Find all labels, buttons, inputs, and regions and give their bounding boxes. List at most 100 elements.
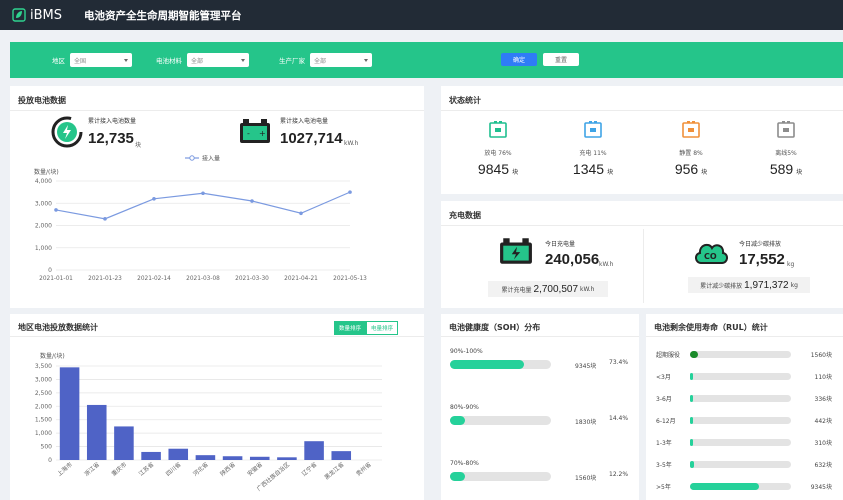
legend-marker xyxy=(189,155,195,161)
rul-bar-track xyxy=(690,351,791,358)
rul-count: 110块 xyxy=(814,374,832,381)
y-tick-label: 4,000 xyxy=(35,178,52,185)
bar xyxy=(304,441,324,460)
soh-percent: 73.4% xyxy=(609,359,629,366)
y-tick-label: 3,000 xyxy=(35,200,52,207)
battery-icon: - + xyxy=(240,119,270,143)
rul-bar-track xyxy=(690,483,791,490)
battery-charge-icon xyxy=(500,238,532,264)
x-tick-label: 2021-03-08 xyxy=(186,276,220,282)
region-bar-chart: 数量/(块) 0 500 1,000 1,500 2,000 2,500 3,000 3,500… xyxy=(35,352,382,493)
rul-bar-fill xyxy=(690,461,694,468)
rul-bar-track xyxy=(690,395,791,402)
battery-discharge-icon xyxy=(489,121,507,138)
rul-bar-track xyxy=(690,439,791,446)
rul-count: 632块 xyxy=(814,462,832,469)
sort-toggle: 数量排序 电量排序 xyxy=(334,321,399,335)
data-point xyxy=(201,191,205,196)
soh-range-label: 80%-90% xyxy=(450,404,479,411)
battery-idle-icon xyxy=(682,121,700,138)
x-tick-label: 2021-05-13 xyxy=(333,276,367,282)
y-tick-label: 2,000 xyxy=(35,223,52,230)
status-label: 离线5% xyxy=(775,150,797,157)
status-value: 9845 xyxy=(477,161,510,177)
leaf-icon xyxy=(12,8,26,22)
panel-title: 投放电池数据 xyxy=(18,96,66,105)
status-item: 充电 11% 1345 块 xyxy=(548,120,638,177)
y-tick-label: 2,000 xyxy=(35,403,52,410)
rul-count: 336块 xyxy=(814,396,832,403)
y-axis-label: 数量/(块) xyxy=(34,168,59,176)
status-label: 充电 11% xyxy=(579,150,607,157)
soh-percent: 12.2% xyxy=(609,471,629,478)
region-select[interactable]: 全国 xyxy=(70,53,132,67)
data-point xyxy=(54,208,58,212)
x-tick-label: 2021-03-30 xyxy=(235,276,269,282)
bar xyxy=(86,404,107,460)
status-item: 放电 76% 9845 块 xyxy=(453,120,543,177)
rul-count: 1560块 xyxy=(810,352,832,359)
region-label: 地区 xyxy=(52,57,65,65)
rul-range-label: 3-5年 xyxy=(656,462,672,469)
y-tick-label: 2,500 xyxy=(35,390,52,397)
rul-bar-track xyxy=(690,417,791,424)
charging-panel: 充电数据 今日充电量 240,056 kW.h 累计充电量 2,700,507 … xyxy=(441,201,843,308)
total-co2-value: 1,971,372 xyxy=(744,279,789,291)
bar xyxy=(195,455,216,460)
confirm-button[interactable]: 确定 xyxy=(501,53,537,66)
bar xyxy=(277,457,297,460)
rul-bar-fill xyxy=(690,439,693,446)
chevron-down-icon xyxy=(364,58,368,62)
total-co2-label: 累计减少碳排放 xyxy=(700,282,743,290)
soh-bar-track xyxy=(450,472,551,481)
maker-select[interactable]: 全部 xyxy=(310,53,372,67)
sort-by-count-button[interactable]: 数量排序 xyxy=(334,321,367,335)
x-tick-label: 2021-04-21 xyxy=(284,276,318,282)
total-co2-box: 累计减少碳排放 1,971,372 kg xyxy=(688,277,810,293)
y-axis-label: 数量/(块) xyxy=(40,352,65,360)
total-charge-value: 2,700,507 xyxy=(533,283,579,295)
maker-select-value: 全部 xyxy=(314,57,327,65)
rul-bar-fill xyxy=(690,351,699,358)
y-tick-label: 0 xyxy=(48,267,52,274)
panel-title: 电池健康度（SOH）分布 xyxy=(449,323,541,332)
chevron-down-icon xyxy=(241,58,245,62)
panel-title: 电池剩余使用寿命（RUL）统计 xyxy=(654,323,768,332)
divider xyxy=(441,336,639,337)
data-point xyxy=(152,197,156,201)
soh-bar-track xyxy=(450,360,551,369)
panel-title: 地区电池投放数据统计 xyxy=(18,323,98,332)
energy-unit: kW.h xyxy=(344,140,359,147)
total-charge-box: 累计充电量 2,700,507 kW.h xyxy=(488,281,608,297)
status-panel: 状态统计 放电 76% 9845 块充电 11% 1345 块静置 8% 956 块离线5%… xyxy=(441,86,843,194)
x-tick-label: 安徽省 xyxy=(246,460,265,477)
rul-range-label: 1-3年 xyxy=(656,440,672,447)
soh-bar-fill xyxy=(450,472,466,481)
soh-panel: 电池健康度（SOH）分布 90%-100% 9345块 73.4% 80%-90% 18… xyxy=(441,314,639,500)
status-item: 静置 8% 956 块 xyxy=(646,120,736,177)
data-point xyxy=(348,190,352,194)
co2-value: 17,552 xyxy=(739,251,785,268)
panel-title: 充电数据 xyxy=(449,211,481,220)
rul-count: 310块 xyxy=(814,440,832,447)
x-tick-label: 陕西省 xyxy=(218,460,237,477)
sort-by-energy-button[interactable]: 电量排序 xyxy=(366,321,399,335)
app-logo[interactable]: iBMS xyxy=(12,8,62,23)
reset-button[interactable]: 重置 xyxy=(543,53,579,66)
rul-bar-fill xyxy=(690,373,693,380)
data-point xyxy=(103,217,107,221)
total-charge-unit: kW.h xyxy=(580,285,595,293)
x-tick-label: 2021-02-14 xyxy=(137,276,171,282)
status-item: 离线5% 589 块 xyxy=(741,120,831,177)
bar xyxy=(331,451,352,460)
material-select[interactable]: 全部 xyxy=(187,53,249,67)
rul-bar-fill xyxy=(690,417,693,424)
bar xyxy=(59,367,80,460)
app-title: 电池资产全生命周期智能管理平台 xyxy=(84,9,242,22)
svg-text:-: - xyxy=(247,129,250,138)
battery-bolt-icon xyxy=(51,116,83,148)
x-tick-label: 辽宁省 xyxy=(300,460,319,477)
status-value: 1345 xyxy=(572,161,605,177)
soh-count: 1560块 xyxy=(575,475,597,482)
divider xyxy=(643,229,644,303)
